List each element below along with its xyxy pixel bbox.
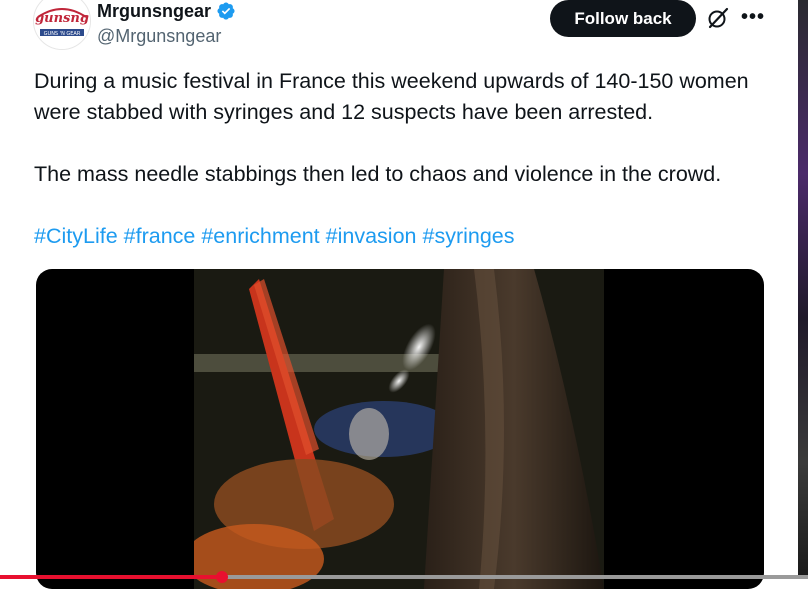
avatar[interactable]: gunsng GUNS 'N GEAR (33, 0, 91, 50)
hashtag-list: #CityLife #france #enrichment #invasion … (34, 221, 784, 252)
svg-text:GUNS 'N GEAR: GUNS 'N GEAR (44, 31, 81, 37)
video-progress-fill (0, 575, 223, 579)
hashtag-link[interactable]: #syringes (422, 224, 514, 248)
video-progress-bar[interactable] (0, 571, 808, 583)
svg-text:gunsng: gunsng (35, 11, 89, 26)
hashtag-link[interactable]: #enrichment (201, 224, 319, 248)
tweet-paragraph-2: The mass needle stabbings then led to ch… (34, 162, 722, 186)
follow-back-button[interactable]: Follow back (550, 0, 696, 37)
author-handle[interactable]: @Mrgunsngear (97, 25, 221, 47)
grok-icon[interactable] (705, 5, 731, 31)
tweet-text: During a music festival in France this w… (34, 66, 784, 252)
author-name[interactable]: Mrgunsngear (97, 0, 236, 22)
video-frame (194, 269, 604, 589)
tweet-paragraph-1: During a music festival in France this w… (34, 69, 749, 124)
verified-badge-icon[interactable] (216, 1, 236, 21)
author-display-name[interactable]: Mrgunsngear (97, 0, 211, 22)
video-player[interactable] (36, 269, 764, 589)
hashtag-link[interactable]: #france (124, 224, 196, 248)
hashtag-link[interactable]: #invasion (326, 224, 417, 248)
hashtag-link[interactable]: #CityLife (34, 224, 118, 248)
background-video-edge (798, 0, 808, 579)
avatar-logo: gunsng GUNS 'N GEAR (34, 0, 90, 49)
more-options-icon[interactable]: ••• (739, 4, 767, 30)
